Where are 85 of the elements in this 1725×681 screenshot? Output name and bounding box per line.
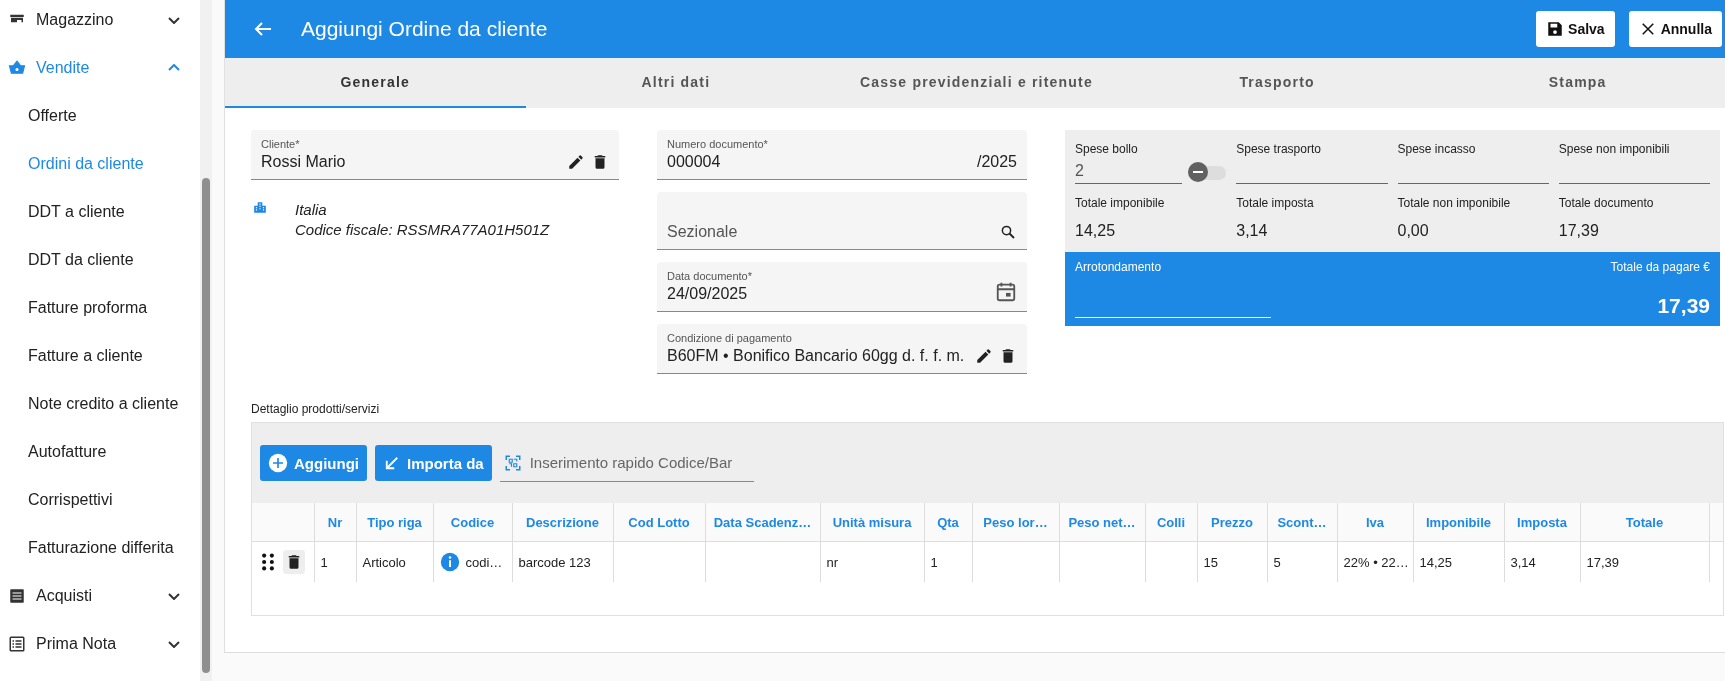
info-icon[interactable] <box>439 552 460 572</box>
basket-icon <box>8 59 26 77</box>
drag-handle-icon[interactable] <box>260 553 275 571</box>
total-label: Totale imposta <box>1236 196 1315 210</box>
column-header[interactable]: Iva <box>1365 514 1385 530</box>
table-cell: 22% • 22… <box>1343 554 1409 570</box>
sidebar-group[interactable]: Prima Nota <box>0 620 200 668</box>
series-field[interactable]: Sezionale <box>657 192 1027 250</box>
column-header[interactable]: Nr <box>327 514 343 530</box>
client-field[interactable]: Cliente* Rossi Mario <box>251 130 619 180</box>
chevron-icon <box>168 592 180 600</box>
expense-label: Spese bollo <box>1075 142 1138 156</box>
expense-label: Spese trasporto <box>1236 142 1321 156</box>
sidebar-item[interactable]: Fatture proforma <box>0 284 200 332</box>
sidebar-item[interactable]: Corrispettivi <box>0 476 200 524</box>
year-suffix: /2025 <box>976 153 1017 171</box>
date-field[interactable]: Data documento* 24/09/2025 <box>657 262 1027 312</box>
total-label: Totale imponibile <box>1075 196 1166 210</box>
table-cell: 1 <box>320 554 328 570</box>
sidebar-group[interactable]: Acquisti <box>0 572 200 620</box>
page-title: Aggiungi Ordine da cliente <box>301 17 549 41</box>
chevron-icon <box>168 64 180 72</box>
diagonal-arrow-icon <box>383 454 401 472</box>
list-icon <box>8 587 26 605</box>
table-cell: 1 <box>930 554 938 570</box>
total-value: 3,14 <box>1236 222 1269 240</box>
tab[interactable]: Casse previdenziali e ritenute <box>826 58 1127 108</box>
table-icon <box>8 635 26 653</box>
sidebar-item[interactable]: Fatturazione differita <box>0 524 200 572</box>
table-cell: 17,39 <box>1586 554 1620 570</box>
quick-entry-field[interactable]: Inserimento rapido Codice/Bar <box>529 454 752 471</box>
import-button[interactable]: Importa da <box>375 445 492 481</box>
column-header[interactable]: Totale <box>1625 514 1664 530</box>
add-button[interactable]: Aggiungi <box>260 445 367 481</box>
table-cell: Articolo <box>362 554 406 570</box>
sidebar-item[interactable]: DDT a cliente <box>0 188 200 236</box>
sidebar-item[interactable]: Offerte <box>0 92 200 140</box>
payment-terms-field[interactable]: Condizione di pagamento B60FM • Bonifico Bancario 60gg d. f. f. m. <box>657 324 1027 374</box>
document-number-field[interactable]: Numero documento* 000004 /2025 <box>657 130 1027 180</box>
sidebar-item[interactable]: Fatture a cliente <box>0 332 200 380</box>
tab[interactable]: Altri dati <box>525 58 827 108</box>
table-cell: 5 <box>1273 554 1281 570</box>
tab[interactable]: Trasporto <box>1126 58 1428 108</box>
building-icon <box>253 200 267 214</box>
table-cell: codi… <box>465 554 503 570</box>
pencil-icon[interactable] <box>975 347 993 365</box>
table-cell: 15 <box>1203 554 1218 570</box>
total-label: Totale documento <box>1558 196 1655 210</box>
table-cell: 3,14 <box>1510 554 1536 570</box>
sidebar-item[interactable]: Note credito a cliente <box>0 380 200 428</box>
calendar-icon[interactable] <box>995 281 1017 303</box>
table-cell: nr <box>826 554 839 570</box>
sidebar-item[interactable]: Autofatture <box>0 428 200 476</box>
sidebar-group[interactable]: Magazzino <box>0 0 200 44</box>
plus-circle-icon <box>268 453 288 473</box>
to-pay-value: 17,39 <box>1656 294 1710 318</box>
table-cell: 14,25 <box>1419 554 1453 570</box>
search-icon[interactable] <box>999 223 1017 241</box>
table-cell: barcode 123 <box>518 554 591 570</box>
total-label: Totale non imponibile <box>1397 196 1512 210</box>
scrollbar[interactable] <box>200 0 212 681</box>
section-title: Dettaglio prodotti/servizi <box>251 402 381 416</box>
rounding-label: Arrotondamento <box>1075 260 1163 274</box>
client-fiscal-code: Codice fiscale: RSSMRA77A01H501Z <box>295 220 550 240</box>
pencil-icon[interactable] <box>567 153 585 171</box>
sidebar-item[interactable]: DDT da cliente <box>0 236 200 284</box>
tab[interactable]: Generale <box>225 58 526 108</box>
cancel-button[interactable]: Annulla <box>1628 11 1722 47</box>
delete-button[interactable] <box>282 550 305 574</box>
expense-field[interactable]: 2 <box>1075 162 1183 184</box>
tab[interactable]: Stampa <box>1427 58 1725 108</box>
to-pay-label: Totale da pagare € <box>1610 260 1710 274</box>
chevron-icon <box>168 640 180 648</box>
column-header[interactable]: Qta <box>937 514 959 530</box>
total-value: 14,25 <box>1075 222 1117 240</box>
qr-scan-icon <box>503 453 522 472</box>
sidebar-group[interactable]: Vendite <box>0 44 200 92</box>
expense-label: Spese non imponibili <box>1558 142 1670 156</box>
chevron-icon <box>168 16 180 24</box>
save-button[interactable]: Salva <box>1536 11 1615 47</box>
total-value: 17,39 <box>1558 222 1600 240</box>
expense-label: Spese incasso <box>1397 142 1476 156</box>
sidebar-item[interactable]: Ordini da cliente <box>0 140 200 188</box>
client-country: Italia <box>295 200 328 220</box>
total-value: 0,00 <box>1397 222 1430 240</box>
